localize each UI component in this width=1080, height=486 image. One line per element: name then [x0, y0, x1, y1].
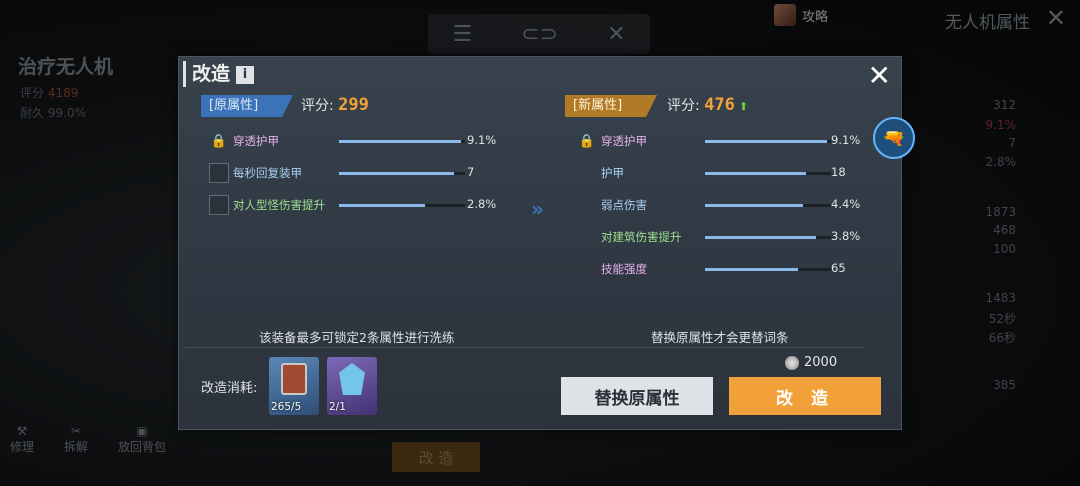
- attribute-value: 65: [831, 261, 846, 275]
- replace-attributes-button[interactable]: 替换原属性: [561, 377, 713, 415]
- attribute-bar: [339, 172, 465, 175]
- attribute-bar-fill: [705, 268, 798, 271]
- divider: [185, 347, 865, 348]
- lock-icon[interactable]: 🔒: [209, 131, 229, 151]
- old-attributes-tag: [原属性]: [201, 95, 293, 117]
- score-up-arrow-icon: ⬆: [738, 100, 749, 113]
- coin-icon: [785, 355, 799, 370]
- attribute-row: 弱点伤害: [577, 195, 705, 215]
- dialog-close-icon[interactable]: ✕: [868, 59, 891, 92]
- attribute-bar: [705, 172, 831, 175]
- attribute-name: 穿透护甲: [233, 134, 279, 148]
- new-score: 评分: 476 ⬆: [667, 95, 749, 115]
- attribute-name: 对人型怪伤害提升: [233, 198, 325, 212]
- attribute-value: 18: [831, 165, 846, 179]
- attribute-row: 护甲: [577, 163, 705, 183]
- attribute-row: 🔒 穿透护甲: [209, 131, 337, 151]
- crystal-icon: [339, 363, 365, 395]
- cost-item-crystal[interactable]: 2/1: [327, 357, 377, 415]
- attribute-name: 技能强度: [601, 262, 647, 276]
- attribute-name: 对建筑伤害提升: [601, 230, 682, 244]
- attribute-bar-fill: [705, 140, 827, 143]
- dialog-title: 改造 i: [183, 61, 255, 87]
- attribute-bar: [339, 140, 465, 143]
- attribute-bar: [705, 140, 831, 143]
- battery-icon: [281, 363, 307, 395]
- attribute-bar: [705, 204, 831, 207]
- attribute-value: 4.4%: [831, 197, 861, 211]
- item-count: 265/5: [271, 401, 302, 413]
- attribute-name: 弱点伤害: [601, 198, 647, 212]
- attribute-bar-fill: [705, 204, 803, 207]
- attribute-bar: [705, 236, 831, 239]
- attribute-row: 每秒回复装甲: [209, 163, 337, 183]
- attribute-bar-fill: [705, 172, 806, 175]
- lock-checkbox[interactable]: [209, 163, 229, 183]
- new-attributes-tag: [新属性]: [565, 95, 657, 117]
- replace-note: 替换原属性才会更替词条: [651, 330, 789, 345]
- attribute-value: 9.1%: [467, 133, 497, 147]
- attribute-bar-fill: [339, 140, 461, 143]
- lock-checkbox[interactable]: [209, 195, 229, 215]
- lock-icon: 🔒: [578, 133, 596, 149]
- cost-label: 改造消耗:: [201, 381, 258, 396]
- attribute-bar: [339, 204, 465, 207]
- attribute-name: 护甲: [601, 166, 624, 180]
- attribute-row: 对人型怪伤害提升: [209, 195, 337, 215]
- attribute-value: 2.8%: [467, 197, 497, 211]
- cost-item-battery[interactable]: 265/5: [269, 357, 319, 415]
- info-icon[interactable]: i: [236, 66, 255, 84]
- attribute-bar-fill: [339, 204, 425, 207]
- double-chevron-right-icon: »: [531, 197, 544, 221]
- attribute-name: 穿透护甲: [601, 134, 647, 148]
- attribute-row: 对建筑伤害提升: [577, 227, 705, 247]
- attribute-row: 🔒 穿透护甲: [577, 131, 705, 151]
- lock-note: 该装备最多可锁定2条属性进行洗练: [259, 330, 455, 345]
- attribute-value: 3.8%: [831, 229, 861, 243]
- attribute-value: 9.1%: [831, 133, 861, 147]
- attribute-bar-fill: [705, 236, 816, 239]
- coin-cost: 2000: [785, 355, 837, 370]
- attribute-bar-fill: [339, 172, 454, 175]
- item-count: 2/1: [329, 401, 346, 413]
- attribute-value: 7: [467, 165, 475, 179]
- old-score: 评分: 299: [301, 95, 369, 115]
- refit-button[interactable]: 改 造: [729, 377, 881, 415]
- attribute-name: 每秒回复装甲: [233, 166, 302, 180]
- refit-dialog: 改造 i ✕ [原属性] 评分: 299 [新属性] 评分: 476 ⬆ 🔒 穿透护甲…: [178, 56, 915, 430]
- attribute-bar: [705, 268, 831, 271]
- pistol-icon[interactable]: 🔫: [873, 117, 915, 159]
- attribute-row: 技能强度: [577, 259, 705, 279]
